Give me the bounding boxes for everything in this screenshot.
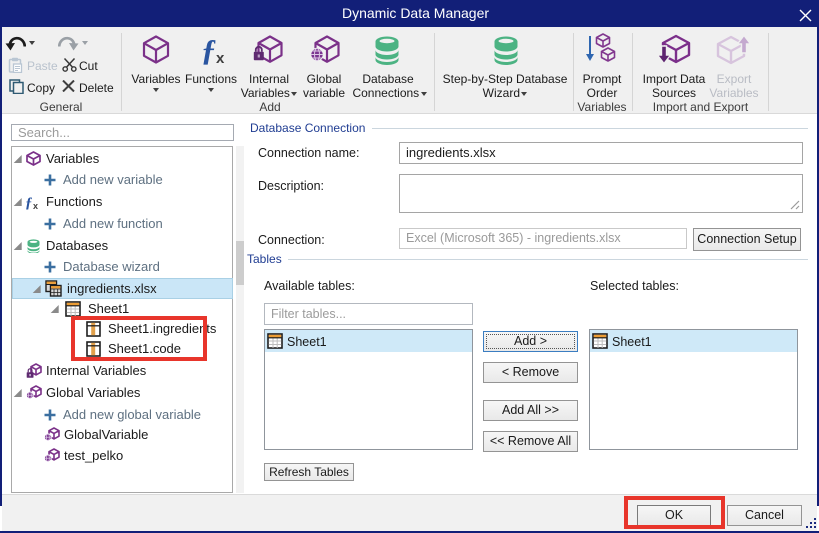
svg-text:x: x bbox=[33, 201, 38, 210]
svg-text:x: x bbox=[216, 50, 225, 66]
svg-text:ƒ: ƒ bbox=[25, 195, 33, 210]
svg-text:ƒ: ƒ bbox=[201, 34, 217, 66]
